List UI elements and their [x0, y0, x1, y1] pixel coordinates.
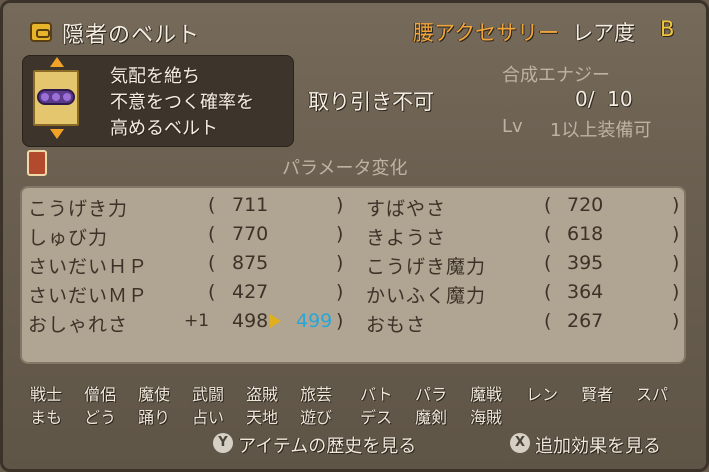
paren-open: ( [208, 223, 216, 245]
stat-name: さいだいＨＰ [28, 256, 149, 278]
extra-effects-button[interactable]: 追加効果を見る [535, 432, 661, 458]
paren-open: ( [544, 252, 552, 274]
stat-value: 720 [567, 194, 604, 216]
job-tag: 魔剣 [415, 408, 448, 427]
stat-new-value: 499 [296, 310, 333, 332]
stat-value: 711 [232, 194, 269, 216]
paren-close: ) [336, 252, 344, 274]
stat-value: 498 [232, 310, 269, 332]
job-tag: 天地 [246, 408, 279, 427]
item-name: 隠者のベルト [62, 23, 201, 48]
stat-value: 875 [232, 252, 269, 274]
arrow-right-icon [270, 314, 281, 328]
job-tag: 魔使 [138, 385, 171, 404]
job-tag: 戦士 [30, 385, 63, 404]
rarity-label: レア度 [572, 21, 635, 45]
stat-value: 770 [232, 223, 269, 245]
stat-name: おしゃれさ [28, 314, 129, 336]
belt-category-icon [30, 22, 52, 42]
paren-close: ) [336, 310, 344, 332]
stat-name: きようさ [366, 227, 447, 249]
stat-value: 364 [567, 281, 604, 303]
job-tag: デス [360, 408, 393, 427]
y-button-icon[interactable]: Y [213, 433, 233, 453]
stat-name: おもさ [366, 314, 427, 336]
job-tag: 盗賊 [246, 385, 279, 404]
rarity-value: B [660, 17, 675, 41]
stat-bonus: +1 [184, 311, 210, 331]
job-tag: 旅芸 [300, 385, 333, 404]
job-tag: バト [360, 385, 393, 404]
arrow-up-icon[interactable] [50, 57, 64, 67]
stat-name: こうげき魔力 [366, 256, 487, 278]
job-tag: レン [526, 385, 559, 404]
job-tag: 海賊 [470, 408, 503, 427]
stat-name: さいだいＭＰ [28, 285, 149, 307]
paren-open: ( [208, 194, 216, 216]
paren-close: ) [336, 194, 344, 216]
description-line: 高めるベルト [110, 118, 218, 139]
level-requirement: 1以上装備可 [550, 120, 652, 141]
paren-open: ( [544, 310, 552, 332]
arrow-down-icon[interactable] [50, 129, 64, 139]
paren-open: ( [544, 281, 552, 303]
paren-open: ( [208, 252, 216, 274]
trade-status: 取り引き不可 [308, 90, 434, 114]
synthesis-value: 0/ 10 [575, 87, 633, 111]
belt-icon [37, 89, 75, 105]
job-tag: スパ [636, 385, 669, 404]
stat-value: 267 [567, 310, 604, 332]
job-tag: 踊り [138, 408, 171, 427]
paren-open: ( [208, 281, 216, 303]
item-category: 腰アクセサリー [413, 21, 559, 45]
paren-close: ) [336, 281, 344, 303]
description-line: 不意をつく確率を [110, 92, 254, 113]
book-icon [27, 150, 47, 176]
paren-open: ( [544, 194, 552, 216]
job-tag: 賢者 [581, 385, 614, 404]
x-button-icon[interactable]: X [510, 433, 530, 453]
stat-name: かいふく魔力 [366, 285, 487, 307]
stat-name: しゅび力 [28, 227, 109, 249]
job-tag: 占い [192, 408, 225, 427]
stat-value: 427 [232, 281, 269, 303]
job-tag: どう [84, 408, 117, 427]
job-tag: 僧侶 [84, 385, 117, 404]
paren-close: ) [672, 252, 680, 274]
job-tag: 武闘 [192, 385, 225, 404]
job-tag: 魔戦 [470, 385, 503, 404]
paren-close: ) [672, 194, 680, 216]
stat-value: 395 [567, 252, 604, 274]
synthesis-label: 合成エナジー [502, 65, 610, 86]
paren-open: ( [544, 223, 552, 245]
params-title: パラメータ変化 [282, 158, 408, 179]
job-tag: 遊び [300, 408, 333, 427]
paren-close: ) [336, 223, 344, 245]
paren-close: ) [672, 223, 680, 245]
paren-close: ) [672, 310, 680, 332]
stat-name: すばやさ [366, 198, 447, 220]
stat-name: こうげき力 [28, 198, 129, 220]
paren-close: ) [672, 281, 680, 303]
description-line: 気配を絶ち [110, 66, 200, 87]
item-history-button[interactable]: アイテムの歴史を見る [238, 432, 416, 458]
level-label: Lv [502, 116, 523, 137]
stat-value: 618 [567, 223, 604, 245]
job-tag: パラ [415, 385, 448, 404]
job-tag: まも [30, 408, 63, 427]
